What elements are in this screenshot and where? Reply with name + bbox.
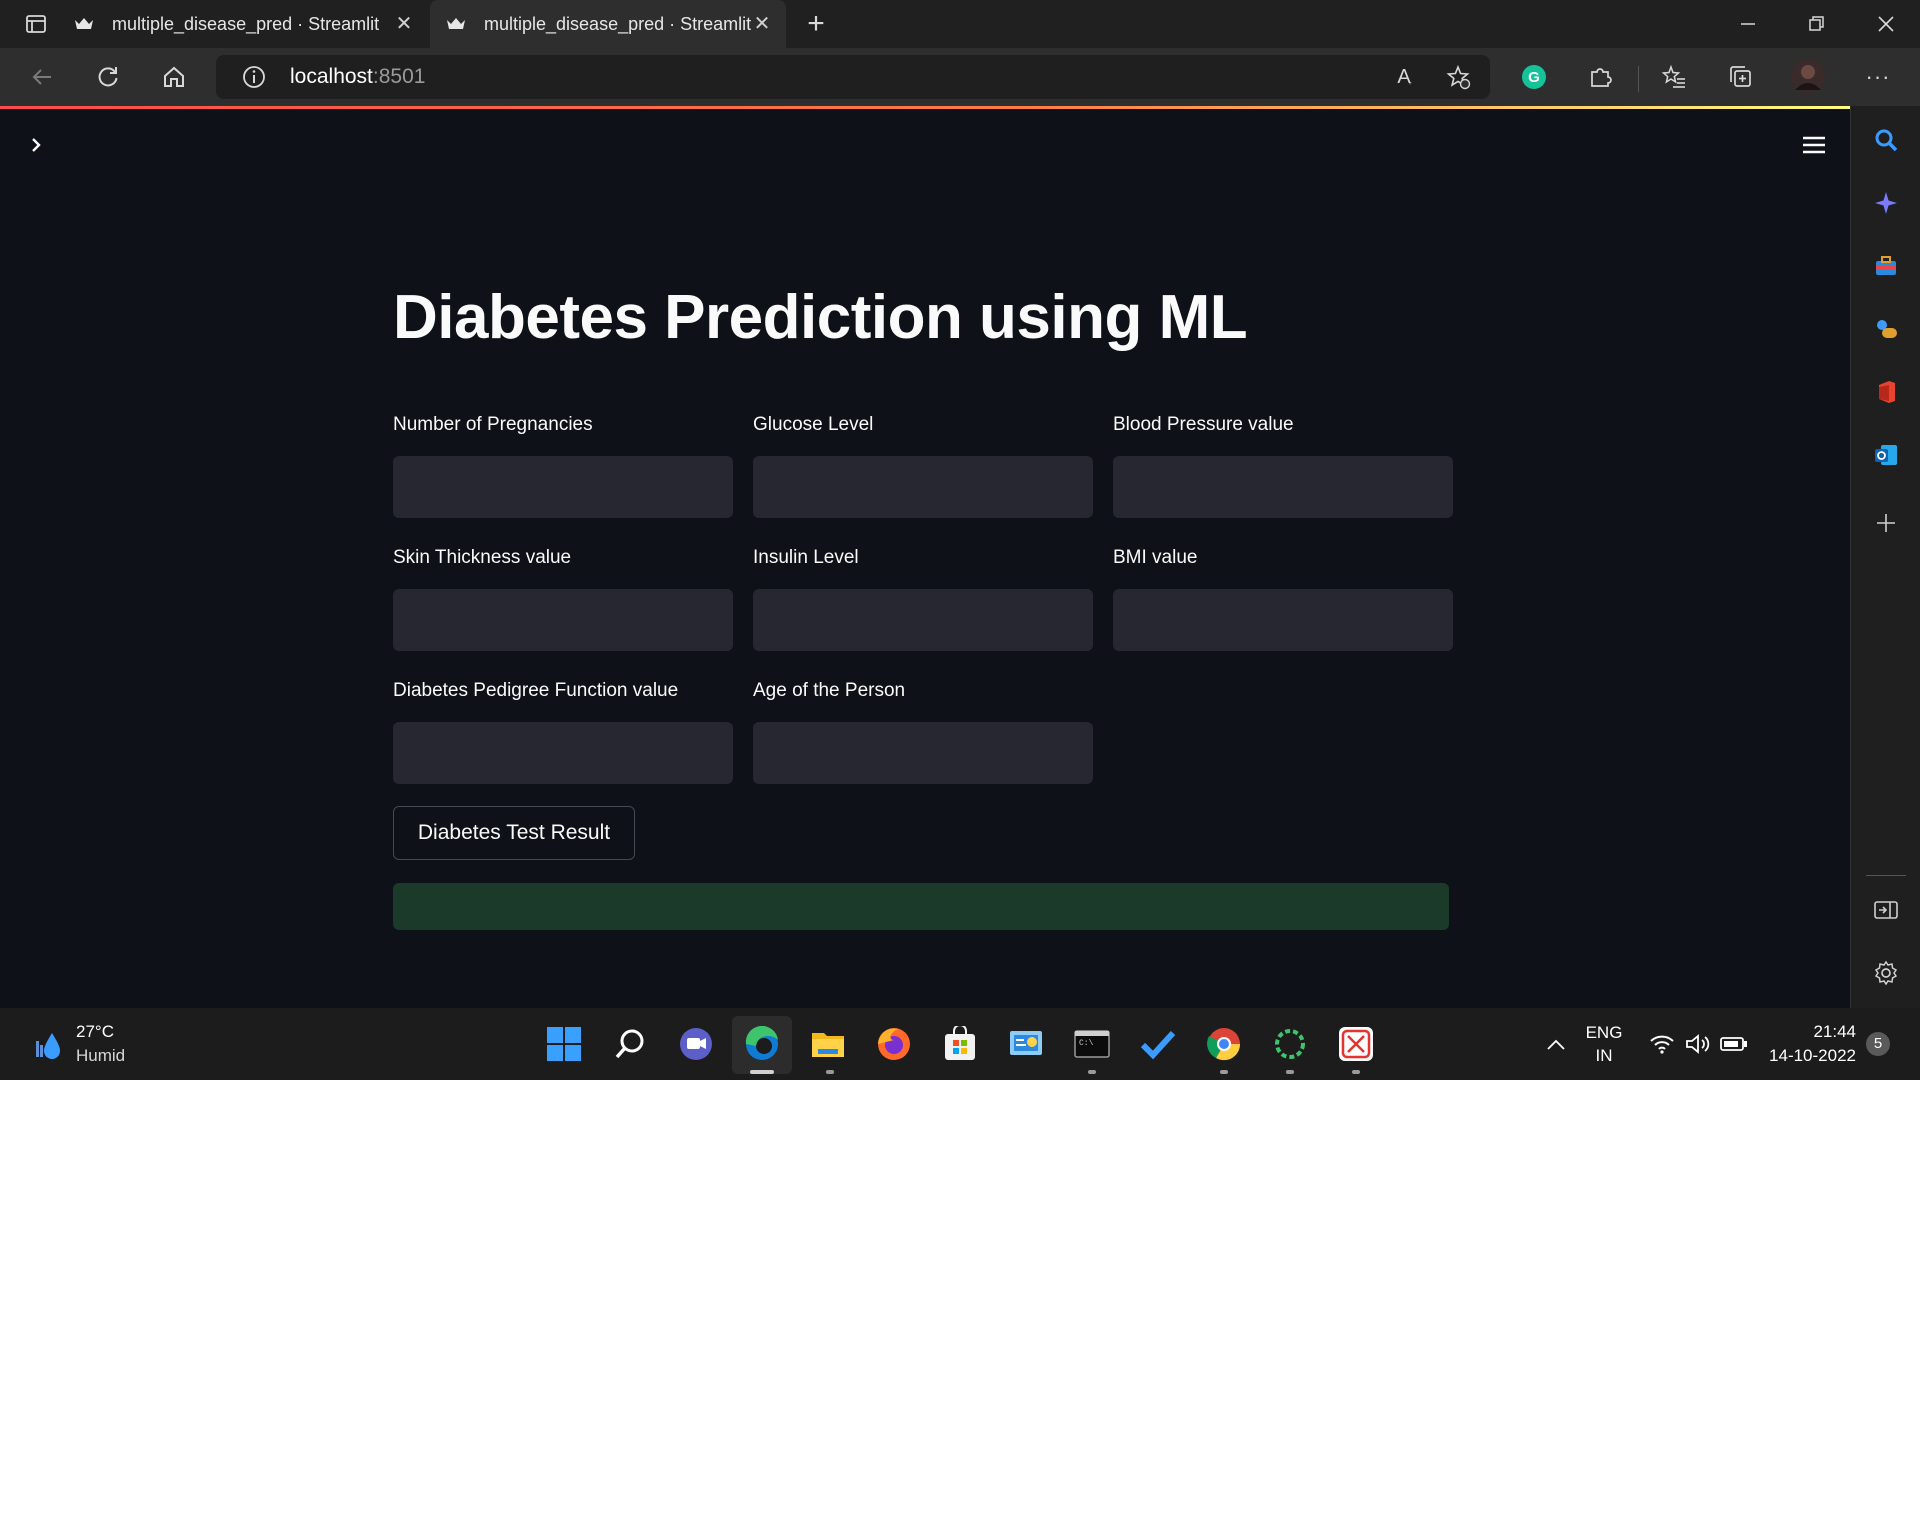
label-pedigree: Diabetes Pedigree Function value	[393, 680, 679, 701]
control-panel-icon[interactable]	[1006, 1024, 1046, 1064]
label-insulin: Insulin Level	[753, 547, 859, 568]
collections-icon[interactable]	[1720, 57, 1760, 97]
close-window-icon[interactable]	[1866, 4, 1906, 44]
more-options-icon[interactable]: ···	[1858, 57, 1898, 97]
result-success-box	[393, 883, 1449, 930]
show-hidden-icons-chevron[interactable]	[1536, 1024, 1576, 1064]
active-app-indicator	[750, 1070, 774, 1074]
progress-spinner-app-icon[interactable]	[1270, 1024, 1310, 1064]
clock-date[interactable]: 14-10-2022	[1760, 1046, 1856, 1066]
blood-pressure-input[interactable]	[1113, 456, 1453, 518]
search-icon[interactable]	[1868, 122, 1904, 158]
insulin-input[interactable]	[753, 589, 1093, 651]
office-icon[interactable]	[1868, 374, 1904, 410]
favorite-add-icon[interactable]	[1438, 57, 1478, 97]
sidebar-expand-chevron-icon[interactable]	[16, 125, 56, 165]
file-explorer-icon[interactable]	[808, 1024, 848, 1064]
tab-title: multiple_disease_pred · Streamlit	[112, 13, 380, 34]
back-arrow-icon[interactable]	[22, 57, 62, 97]
streamlit-crown-icon	[72, 12, 96, 36]
add-sidebar-app-icon[interactable]	[1868, 505, 1904, 541]
restore-icon[interactable]	[1796, 4, 1836, 44]
toolbar-divider	[1638, 66, 1639, 92]
language-primary[interactable]: ENG	[1584, 1023, 1624, 1043]
running-indicator	[1220, 1070, 1228, 1074]
sidebar-divider	[1866, 875, 1906, 876]
taskbar-search-icon[interactable]	[610, 1024, 650, 1064]
todo-check-icon[interactable]	[1138, 1024, 1178, 1064]
firefox-icon[interactable]	[874, 1024, 914, 1064]
url-host: localhost	[290, 65, 373, 88]
microsoft-store-icon[interactable]	[940, 1024, 980, 1064]
tools-briefcase-icon[interactable]	[1868, 248, 1904, 284]
browser-tab-1[interactable]: multiple_disease_pred · Streamlit ✕	[72, 0, 428, 48]
chrome-icon[interactable]	[1204, 1024, 1244, 1064]
label-pregnancies: Number of Pregnancies	[393, 414, 593, 435]
page-title: Diabetes Prediction using ML	[393, 283, 1248, 352]
terminal-icon[interactable]: C:\	[1072, 1024, 1112, 1064]
new-tab-icon[interactable]: +	[796, 4, 836, 44]
windows-start-icon[interactable]	[544, 1024, 584, 1064]
teams-chat-icon[interactable]	[676, 1024, 716, 1064]
favorites-list-icon[interactable]	[1654, 57, 1694, 97]
screenshot-frame: multiple_disease_pred · Streamlit ✕ mult…	[0, 0, 1920, 1080]
diabetes-test-result-button[interactable]: Diabetes Test Result	[393, 806, 635, 860]
streamlit-crown-icon	[444, 12, 468, 36]
svg-text:C:\: C:\	[1079, 1039, 1094, 1048]
skin-thickness-input[interactable]	[393, 589, 733, 651]
extensions-puzzle-icon[interactable]	[1580, 57, 1620, 97]
streamlit-header-decoration	[0, 106, 1850, 109]
label-skin-thickness: Skin Thickness value	[393, 547, 572, 568]
tab-actions-icon[interactable]	[16, 4, 56, 44]
profile-avatar[interactable]	[1788, 56, 1828, 96]
label-age: Age of the Person	[753, 680, 906, 701]
battery-icon[interactable]	[1714, 1024, 1754, 1064]
xampp-icon[interactable]	[1336, 1024, 1376, 1064]
bmi-input[interactable]	[1113, 589, 1453, 651]
settings-gear-icon[interactable]	[1868, 955, 1904, 991]
tab-title: multiple_disease_pred · Streamlit	[484, 13, 752, 34]
grammarly-icon[interactable]: G	[1514, 57, 1554, 97]
read-aloud-icon[interactable]: A᷊	[1384, 57, 1424, 97]
close-tab-icon[interactable]: ✕	[392, 12, 416, 36]
glucose-input[interactable]	[753, 456, 1093, 518]
browser-tab-2-active[interactable]: multiple_disease_pred · Streamlit ✕	[430, 0, 786, 48]
hamburger-menu-icon[interactable]	[1794, 125, 1834, 165]
age-input[interactable]	[753, 722, 1093, 784]
language-secondary[interactable]: IN	[1584, 1046, 1624, 1066]
wifi-icon[interactable]	[1642, 1024, 1682, 1064]
refresh-icon[interactable]	[88, 57, 128, 97]
edge-sidebar	[1850, 106, 1920, 1008]
games-icon[interactable]	[1868, 311, 1904, 347]
running-indicator	[1088, 1070, 1096, 1074]
url-port: :8501	[372, 65, 426, 88]
clock-time[interactable]: 21:44	[1760, 1022, 1856, 1042]
label-glucose: Glucose Level	[753, 414, 874, 435]
running-indicator	[826, 1070, 834, 1074]
volume-icon[interactable]	[1678, 1024, 1718, 1064]
weather-description: Humid	[76, 1046, 126, 1065]
label-blood-pressure: Blood Pressure value	[1113, 414, 1294, 435]
running-indicator	[1352, 1070, 1360, 1074]
running-indicator	[1286, 1070, 1294, 1074]
minimize-icon[interactable]	[1728, 4, 1768, 44]
svg-text:G: G	[1528, 69, 1540, 86]
notification-count-badge[interactable]: 5	[1866, 1032, 1890, 1056]
weather-temperature: 27°C	[76, 1022, 114, 1041]
outlook-icon[interactable]	[1868, 437, 1904, 473]
url-text[interactable]: localhost:8501	[290, 63, 425, 91]
label-bmi: BMI value	[1113, 547, 1198, 568]
pregnancies-input[interactable]	[393, 456, 733, 518]
pedigree-input[interactable]	[393, 722, 733, 784]
hide-sidebar-icon[interactable]	[1868, 892, 1904, 928]
discover-sparkle-icon[interactable]	[1868, 185, 1904, 221]
close-tab-icon[interactable]: ✕	[750, 12, 774, 36]
site-info-icon[interactable]	[234, 57, 274, 97]
weather-humidity-icon[interactable]	[28, 1025, 68, 1065]
edge-browser-icon[interactable]	[742, 1024, 782, 1064]
home-icon[interactable]	[154, 57, 194, 97]
